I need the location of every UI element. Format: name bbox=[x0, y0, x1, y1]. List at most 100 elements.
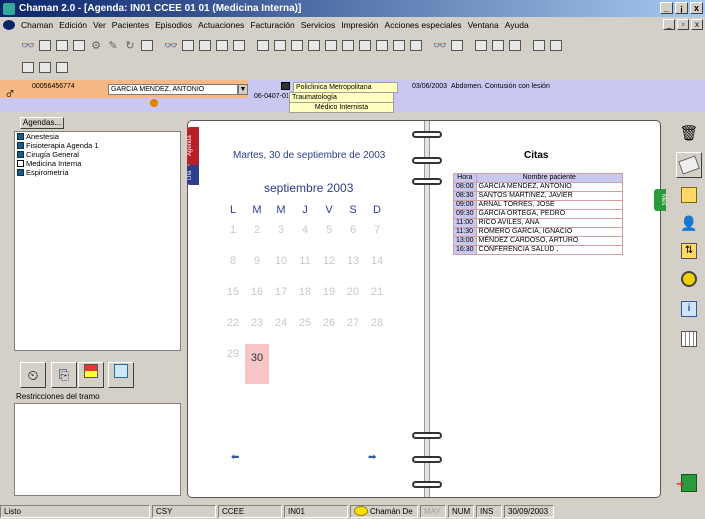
calendar-day[interactable]: 22 bbox=[221, 313, 245, 344]
calendar-day[interactable]: 7 bbox=[365, 220, 389, 251]
menu-ver[interactable]: Ver bbox=[90, 20, 109, 30]
calendar-view-icon[interactable] bbox=[37, 59, 53, 75]
calendar-day[interactable]: 17 bbox=[269, 282, 293, 313]
hierarchy-icon[interactable] bbox=[340, 37, 356, 53]
graph-icon[interactable] bbox=[391, 37, 407, 53]
calendar-day[interactable]: 15 bbox=[221, 282, 245, 313]
restore-button[interactable]: ¡ bbox=[675, 2, 688, 14]
folder-icon[interactable] bbox=[289, 37, 305, 53]
agenda-week-icon[interactable] bbox=[197, 37, 213, 53]
bin-icon[interactable]: 🗑 bbox=[676, 120, 702, 146]
link-icon[interactable] bbox=[548, 37, 564, 53]
menu-ayuda[interactable]: Ayuda bbox=[502, 20, 532, 30]
menu-impresion[interactable]: Impresión bbox=[338, 20, 381, 30]
calendar-day[interactable]: 9 bbox=[245, 251, 269, 282]
calendar-day[interactable]: 29 bbox=[221, 344, 245, 375]
minimize-button[interactable]: _ bbox=[660, 2, 673, 14]
tree-item-cirugia[interactable]: Cirugía General bbox=[15, 150, 180, 159]
report-icon[interactable] bbox=[306, 37, 322, 53]
tree-icon[interactable] bbox=[408, 37, 424, 53]
slot-notes-button[interactable] bbox=[108, 362, 134, 388]
new-appointment-button[interactable] bbox=[676, 182, 702, 208]
calendar-day[interactable]: 21 bbox=[365, 282, 389, 313]
agenda-add-icon[interactable] bbox=[214, 37, 230, 53]
refresh-icon[interactable]: ↻ bbox=[122, 37, 138, 53]
next-month-arrow-icon[interactable]: ➡ bbox=[368, 452, 376, 463]
print-icon[interactable] bbox=[473, 37, 489, 53]
calendar-day[interactable]: 14 bbox=[365, 251, 389, 282]
calendar-day[interactable]: 4 bbox=[293, 220, 317, 251]
patient-card-icon[interactable] bbox=[37, 37, 53, 53]
calendar-day[interactable]: 5 bbox=[317, 220, 341, 251]
document-icon[interactable] bbox=[374, 37, 390, 53]
menu-edicion[interactable]: Edición bbox=[56, 20, 90, 30]
tree-item-anestesia[interactable]: Anestesia bbox=[15, 132, 180, 141]
tree-item-espirometria[interactable]: Espirometría bbox=[15, 168, 180, 177]
search-appointment-button[interactable] bbox=[676, 266, 702, 292]
grid-button[interactable] bbox=[676, 326, 702, 352]
info-button[interactable]: i bbox=[676, 296, 702, 322]
grid-icon[interactable] bbox=[531, 37, 547, 53]
cita-row[interactable]: 08:30 SANTOS MARTINEZ, JAVIER bbox=[453, 191, 624, 201]
calendar-day[interactable]: 26 bbox=[317, 313, 341, 344]
cita-row[interactable]: 08:00 GARCIA MENDEZ, ANTONIO bbox=[453, 182, 624, 192]
calculator-icon[interactable] bbox=[139, 37, 155, 53]
cita-row[interactable]: 09:30 GARCIA ORTEGA, PEDRO bbox=[453, 209, 624, 219]
mdi-restore-button[interactable]: ▫ bbox=[677, 19, 689, 30]
prev-month-arrow-icon[interactable]: ⬅ bbox=[231, 452, 239, 463]
calendar-day[interactable]: 28 bbox=[365, 313, 389, 344]
close-button[interactable]: x bbox=[690, 2, 703, 14]
exit-button[interactable]: ➜ bbox=[676, 470, 702, 496]
notes-button[interactable] bbox=[676, 152, 702, 178]
cita-row[interactable]: 11:00 RICO AVILES, ANA bbox=[453, 218, 624, 228]
patient-list-icon[interactable] bbox=[54, 37, 70, 53]
cita-row[interactable]: 13:00 MÉNDEZ CARDOSO, ARTURO bbox=[453, 236, 624, 246]
slot-colors-button[interactable] bbox=[78, 362, 104, 388]
cita-row[interactable]: 11:30 ROMERO GARCIA, IGNACIO bbox=[453, 227, 624, 237]
calendar-day[interactable]: 24 bbox=[269, 313, 293, 344]
agenda-print-icon[interactable] bbox=[231, 37, 247, 53]
calendar-day[interactable]: 13 bbox=[341, 251, 365, 282]
tab-dia[interactable]: Día bbox=[187, 165, 199, 185]
calendar-day[interactable]: 6 bbox=[341, 220, 365, 251]
menu-servicios[interactable]: Servicios bbox=[298, 20, 338, 30]
calendar-day[interactable]: 19 bbox=[317, 282, 341, 313]
agendas-button[interactable]: Agendas... bbox=[20, 117, 64, 129]
calendar-day[interactable]: 27 bbox=[341, 313, 365, 344]
mdi-minimize-button[interactable]: _ bbox=[663, 19, 675, 30]
calendar-day[interactable]: 12 bbox=[317, 251, 341, 282]
calendar-day[interactable]: 16 bbox=[245, 282, 269, 313]
menu-facturacion[interactable]: Facturación bbox=[247, 20, 297, 30]
grid-view-icon[interactable] bbox=[20, 59, 36, 75]
calendar-day[interactable]: 8 bbox=[221, 251, 245, 282]
binoculars-icon[interactable]: 👓 bbox=[20, 37, 36, 53]
file-icon[interactable] bbox=[272, 37, 288, 53]
chaman-menu-icon[interactable] bbox=[3, 20, 15, 30]
menu-pacientes[interactable]: Pacientes bbox=[109, 20, 152, 30]
calendar-day[interactable]: 18 bbox=[293, 282, 317, 313]
calendar-day[interactable]: 11 bbox=[293, 251, 317, 282]
calendar-day[interactable]: 20 bbox=[341, 282, 365, 313]
menu-ventana[interactable]: Ventana bbox=[465, 20, 502, 30]
tree-item-medicina-interna[interactable]: Medicina Interna bbox=[15, 159, 180, 168]
chart-icon[interactable] bbox=[323, 37, 339, 53]
tree-item-fisioterapia[interactable]: Fisioterapia Agenda 1 bbox=[15, 141, 180, 150]
restricciones-list[interactable] bbox=[14, 403, 181, 496]
calendar-day[interactable]: 1 bbox=[221, 220, 245, 251]
mdi-close-button[interactable]: x bbox=[691, 19, 703, 30]
calendar-day[interactable]: 30 bbox=[245, 344, 269, 384]
tab-agenda[interactable]: Agenda bbox=[187, 127, 199, 165]
calendar-day[interactable]: 23 bbox=[245, 313, 269, 344]
book-icon[interactable] bbox=[449, 37, 465, 53]
patient-name-select[interactable]: GARCIA MENDEZ, ANTONIO bbox=[108, 84, 238, 95]
binoculars-2-icon[interactable]: 👓 bbox=[432, 37, 448, 53]
slot-copy-button[interactable]: ⎘ bbox=[51, 362, 77, 388]
list-view-icon[interactable] bbox=[54, 59, 70, 75]
tools-icon[interactable]: ⚙ bbox=[88, 37, 104, 53]
menu-acciones-especiales[interactable]: Acciones especiales bbox=[382, 20, 465, 30]
calendar-day[interactable]: 2 bbox=[245, 220, 269, 251]
menu-episodios[interactable]: Episodios bbox=[152, 20, 195, 30]
calendar-day[interactable]: 25 bbox=[293, 313, 317, 344]
menu-chaman[interactable]: Chaman bbox=[18, 20, 56, 30]
calendar-day[interactable]: 3 bbox=[269, 220, 293, 251]
